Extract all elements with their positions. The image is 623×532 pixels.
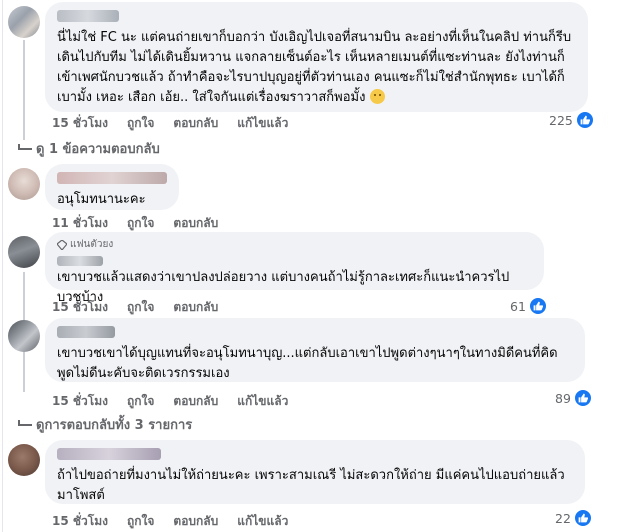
reaction-count[interactable]: 225 [549, 111, 594, 129]
like-button[interactable]: ถูกใจ [127, 114, 154, 133]
reply-button[interactable]: ตอบกลับ [173, 298, 218, 317]
blurred-author-name[interactable] [57, 256, 103, 266]
like-icon [573, 389, 592, 407]
avatar[interactable] [8, 236, 40, 268]
comment-actions: 15 ชั่วโมง ถูกใจ ตอบกลับ แก้ไขแล้ว [52, 512, 288, 531]
top-fan-badge: แฟนตัวยง [57, 237, 532, 252]
comment-time[interactable]: 15 ชั่วโมง [52, 114, 108, 133]
reply-arrow-icon [18, 143, 32, 150]
comment-actions: 15 ชั่วโมง ถูกใจ ตอบกลับ แก้ไขแล้ว [52, 392, 288, 411]
comment-text: ถ้าไปขอถ่ายที่มงานไม่ให้ถ่ายนะคะ เพราะสา… [57, 468, 565, 503]
avatar[interactable] [8, 168, 40, 200]
reaction-number: 225 [549, 112, 573, 128]
comment-time[interactable]: 15 ชั่วโมง [52, 392, 108, 411]
reply-button[interactable]: ตอบกลับ [173, 392, 218, 411]
blurred-author-name[interactable] [57, 326, 115, 338]
reaction-count[interactable]: 89 [555, 389, 592, 407]
reaction-number: 61 [510, 298, 526, 314]
like-button[interactable]: ถูกใจ [127, 512, 154, 531]
avatar[interactable] [8, 6, 40, 38]
view-replies-link[interactable]: ดู 1 ข้อความตอบกลับ [18, 138, 160, 159]
comment-bubble: ถ้าไปขอถ่ายที่มงานไม่ให้ถ่ายนะคะ เพราะสา… [45, 440, 585, 504]
comment-text: อนุโมทนานะคะ [57, 192, 146, 207]
edited-label[interactable]: แก้ไขแล้ว [237, 392, 288, 411]
comment-text: เขาบวชเขาได้บุญแทนที่จะอนุโมทนาบุญ...แต่… [57, 346, 558, 381]
reply-button[interactable]: ตอบกลับ [173, 114, 218, 133]
comment-text: นี่ไม่ใช่ FC นะ แต่คนถ่ายเขาก็บอกว่า บัง… [57, 30, 572, 105]
edited-label[interactable]: แก้ไขแล้ว [237, 114, 288, 133]
like-icon [528, 297, 547, 315]
avatar[interactable] [8, 320, 40, 352]
blurred-author-name[interactable] [57, 448, 161, 460]
comment-bubble: เขาบวชเขาได้บุญแทนที่จะอนุโมทนาบุญ...แต่… [45, 318, 585, 382]
diamond-icon [57, 239, 67, 250]
thread-line [23, 40, 25, 140]
emoji-icon [369, 89, 385, 104]
comment-bubble: นี่ไม่ใช่ FC นะ แต่คนถ่ายเขาก็บอกว่า บัง… [45, 2, 588, 112]
comment-time[interactable]: 15 ชั่วโมง [52, 512, 108, 531]
blurred-author-name[interactable] [57, 172, 167, 184]
avatar[interactable] [8, 444, 40, 476]
reaction-number: 22 [555, 510, 571, 526]
like-icon [575, 111, 594, 129]
like-icon [573, 509, 592, 527]
blurred-author-name[interactable] [57, 10, 119, 22]
comment-bubble: แฟนตัวยง เขาบวชแล้วแสดงว่าเขาปลงปล่อยวาง… [45, 232, 544, 305]
comment-actions: 15 ชั่วโมง ถูกใจ ตอบกลับ [52, 298, 218, 317]
reaction-count[interactable]: 61 [510, 297, 547, 315]
edited-label[interactable]: แก้ไขแล้ว [237, 512, 288, 531]
comment-actions: 11 ชั่วโมง ถูกใจ ตอบกลับ [52, 214, 218, 233]
reply-button[interactable]: ตอบกลับ [173, 214, 218, 233]
reaction-count[interactable]: 22 [555, 509, 592, 527]
reply-button[interactable]: ตอบกลับ [173, 512, 218, 531]
like-button[interactable]: ถูกใจ [127, 392, 154, 411]
comment-bubble: อนุโมทนานะคะ [45, 164, 179, 210]
like-button[interactable]: ถูกใจ [127, 298, 154, 317]
like-button[interactable]: ถูกใจ [127, 214, 154, 233]
comment-actions: 15 ชั่วโมง ถูกใจ ตอบกลับ แก้ไขแล้ว [52, 114, 288, 133]
reaction-number: 89 [555, 390, 571, 406]
reply-arrow-icon [18, 419, 32, 426]
view-replies-link[interactable]: ดูการตอบกลับทั้ง 3 รายการ [18, 414, 192, 435]
comment-time[interactable]: 11 ชั่วโมง [52, 214, 108, 233]
thread-line [2, 0, 3, 532]
comment-time[interactable]: 15 ชั่วโมง [52, 298, 108, 317]
